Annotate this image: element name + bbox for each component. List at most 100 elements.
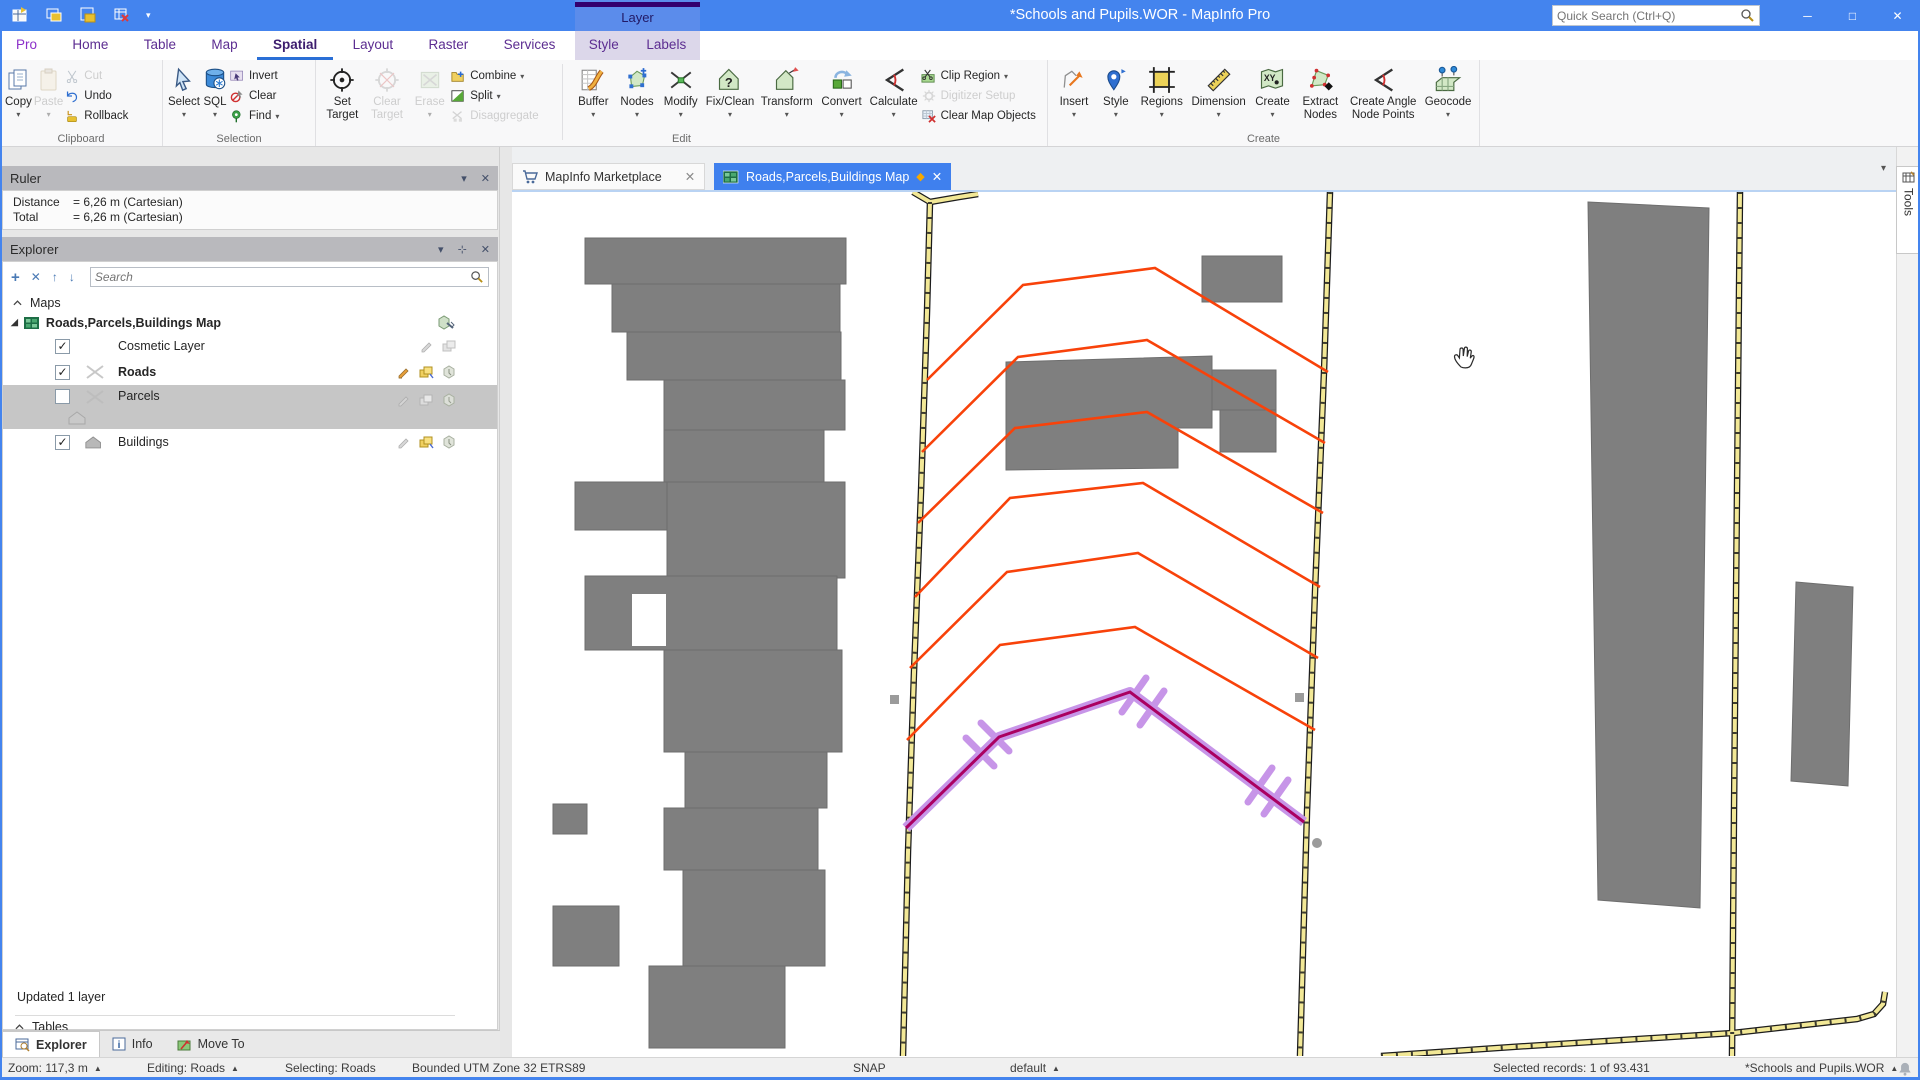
explorer-close-icon[interactable]: ✕: [481, 243, 490, 256]
find-button[interactable]: Find▾: [229, 106, 279, 126]
tab-home[interactable]: Home: [56, 31, 124, 60]
parcel-lines-layer[interactable]: [907, 268, 1328, 740]
calculate-button[interactable]: Calculate▾: [868, 62, 920, 119]
quick-search-input[interactable]: [1557, 9, 1740, 23]
move-down-icon[interactable]: ↓: [69, 270, 75, 284]
tab-raster[interactable]: Raster: [412, 31, 484, 60]
explorer-pin-icon[interactable]: ⊹: [458, 243, 467, 256]
status-snap[interactable]: SNAP: [853, 1061, 886, 1075]
editable-icon[interactable]: [419, 339, 434, 354]
create-button[interactable]: XY Create▾: [1251, 62, 1295, 119]
tree-expand-icon[interactable]: ◢: [11, 317, 18, 328]
tab-labels[interactable]: Labels: [640, 31, 692, 60]
open-table-icon[interactable]: [10, 5, 30, 25]
selectable-icon[interactable]: [419, 435, 434, 450]
layer-visibility-checkbox[interactable]: ✓: [55, 339, 70, 354]
digitizer-setup-button[interactable]: Digitizer Setup: [921, 86, 1043, 106]
tab-spatial[interactable]: Spatial: [257, 31, 333, 60]
dimension-button[interactable]: Dimension▾: [1189, 62, 1249, 119]
close-button[interactable]: ✕: [1875, 0, 1920, 31]
layer-row-buildings[interactable]: ✓ Buildings: [3, 429, 497, 455]
hotlink-icon[interactable]: [442, 365, 457, 380]
layer-visibility-checkbox[interactable]: [55, 389, 70, 404]
insert-button[interactable]: Insert▾: [1053, 62, 1095, 119]
region-style-swatch[interactable]: [82, 434, 108, 450]
search-icon[interactable]: [1740, 8, 1755, 23]
clear-target-button[interactable]: ClearTarget: [366, 62, 409, 121]
style-button[interactable]: Style▾: [1097, 62, 1135, 119]
tab-layout[interactable]: Layout: [337, 31, 410, 60]
ruler-panel-header[interactable]: Ruler ▾✕: [2, 166, 498, 190]
line-style-swatch[interactable]: [82, 389, 108, 405]
hotlink-icon[interactable]: [442, 393, 457, 408]
quick-search-box[interactable]: [1552, 5, 1760, 26]
region-style-swatch[interactable]: [67, 409, 91, 426]
clear-map-objects-button[interactable]: Clear Map Objects: [921, 106, 1043, 126]
add-table-icon[interactable]: +: [11, 269, 20, 286]
erase-button[interactable]: Erase▾: [410, 62, 449, 119]
status-workspace[interactable]: *Schools and Pupils.WOR▲: [1745, 1061, 1898, 1075]
tab-style[interactable]: Style: [583, 31, 625, 60]
layer-control-icon[interactable]: [438, 315, 455, 330]
ruler-collapse-icon[interactable]: ▾: [461, 172, 467, 185]
layer-visibility-checkbox[interactable]: ✓: [55, 365, 70, 380]
node-handles[interactable]: [890, 693, 1322, 848]
hotlink-icon[interactable]: [442, 435, 457, 450]
ruler-close-icon[interactable]: ✕: [481, 172, 490, 185]
close-table-icon[interactable]: [112, 5, 132, 25]
tools-vertical-tab[interactable]: Tools: [1896, 166, 1920, 254]
move-up-icon[interactable]: ↑: [52, 270, 58, 284]
create-angle-node-points-button[interactable]: Create AngleNode Points: [1346, 62, 1420, 121]
qat-customize-icon[interactable]: ▾: [146, 10, 151, 21]
save-workspace-icon[interactable]: [78, 5, 98, 25]
clear-selection-button[interactable]: Clear: [229, 86, 279, 106]
editable-icon[interactable]: [396, 365, 411, 380]
regions-button[interactable]: Regions▾: [1137, 62, 1187, 119]
clip-region-button[interactable]: Clip Region▾: [921, 66, 1043, 86]
extract-nodes-button[interactable]: ExtractNodes: [1296, 62, 1344, 121]
close-table-icon[interactable]: ✕: [31, 270, 41, 284]
cut-button[interactable]: Cut: [64, 66, 128, 86]
maximize-button[interactable]: □: [1830, 0, 1875, 31]
dock-splitter[interactable]: [500, 147, 512, 1057]
editable-icon[interactable]: [396, 393, 411, 408]
selectable-icon[interactable]: [419, 393, 434, 408]
line-style-swatch[interactable]: [82, 364, 108, 380]
layer-row-cosmetic[interactable]: ✓ Cosmetic Layer: [3, 333, 497, 359]
tab-map[interactable]: Map: [195, 31, 253, 60]
explorer-search-icon[interactable]: [470, 270, 484, 284]
nodes-button[interactable]: Nodes▾: [617, 62, 658, 119]
roads-layer[interactable]: [903, 192, 1885, 1056]
explorer-search-box[interactable]: [90, 267, 489, 287]
window-list-icon[interactable]: [44, 5, 64, 25]
explorer-search-input[interactable]: [95, 270, 470, 284]
map-canvas[interactable]: [512, 192, 1896, 1056]
selected-road[interactable]: [906, 678, 1304, 828]
undo-button[interactable]: Undo: [64, 86, 128, 106]
buffer-button[interactable]: Buffer▾: [572, 62, 615, 119]
selectable-icon[interactable]: [419, 365, 434, 380]
maps-section-header[interactable]: Maps: [3, 292, 497, 312]
close-tab-icon[interactable]: ✕: [932, 169, 942, 184]
sql-button[interactable]: SQL▾: [202, 62, 228, 119]
split-button[interactable]: Split▾: [450, 86, 554, 106]
geocode-button[interactable]: Geocode▾: [1422, 62, 1474, 119]
status-projection[interactable]: Bounded UTM Zone 32 ETRS89: [412, 1061, 585, 1075]
disaggregate-button[interactable]: Disaggregate: [450, 106, 554, 126]
layer-row-parcels[interactable]: Parcels: [3, 385, 497, 429]
select-button[interactable]: Select▾: [168, 62, 200, 119]
buildings-layer[interactable]: [553, 202, 1853, 1048]
tab-list-chevron-icon[interactable]: ▾: [1881, 163, 1886, 174]
minimize-button[interactable]: ─: [1785, 0, 1830, 31]
rollback-button[interactable]: Rollback: [64, 106, 128, 126]
convert-button[interactable]: Convert▾: [817, 62, 865, 119]
tab-services[interactable]: Services: [488, 31, 572, 60]
combine-button[interactable]: Combine▾: [450, 66, 554, 86]
close-tab-icon[interactable]: ✕: [685, 169, 695, 184]
explorer-collapse-icon[interactable]: ▾: [438, 243, 444, 256]
transform-button[interactable]: Transform▾: [758, 62, 815, 119]
set-target-button[interactable]: SetTarget: [321, 62, 364, 121]
layer-visibility-checkbox[interactable]: ✓: [55, 435, 70, 450]
selectable-icon[interactable]: [442, 339, 457, 354]
fix-clean-button[interactable]: ? Fix/Clean▾: [704, 62, 756, 119]
